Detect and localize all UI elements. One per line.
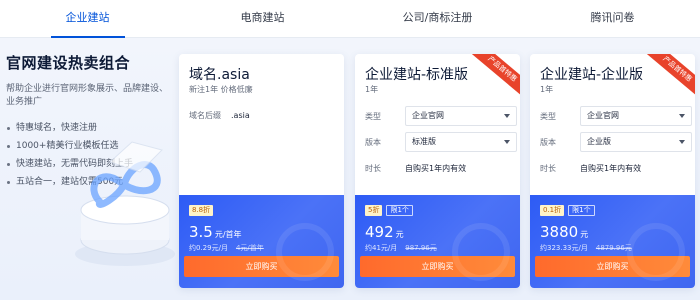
duration-value: 自购买1年内有效 [580,164,642,173]
tab-ecommerce-site[interactable]: 电商建站 [175,0,350,37]
card-meta: 新注1年 价格低廉 [189,85,253,94]
discount-badge: 8.8折 [189,205,214,216]
feature-item: 五站合一，建站仅需500元 [6,173,174,191]
type-row: 类型 企业官网 [365,106,517,126]
price-unit: 元 [580,230,589,239]
monthly-price: 约0.29元/月 4元/首年 [189,243,264,253]
monthly-price-text: 约323.33元/月 [540,244,588,252]
card-meta: 1年 [365,85,379,94]
original-price: 4879.96元 [595,244,632,252]
original-price: 987.96元 [405,244,437,252]
price: 492 元 [365,223,404,241]
price-unit: 元 [395,230,404,239]
chevron-down-icon [504,140,510,144]
card-meta: 1年 [540,85,554,94]
tab-company-registration[interactable]: 公司/商标注册 [350,0,525,37]
product-card-standard: 产品首特惠 企业建站-标准版 1年 类型 企业官网 版本 标准版 时长 自购买1… [355,54,520,288]
discount-badge: 0.1折 [540,205,565,216]
suffix-value: .asia [231,111,250,120]
card-title: 企业建站-标准版 [365,67,469,83]
duration-label: 时长 [540,164,556,173]
edition-row: 版本 标准版 [365,132,517,152]
price-box: 5折 限1个 492 元 约41元/月 987.96元 立即购买 [355,195,520,288]
edition-row: 版本 企业版 [540,132,692,152]
edition-select[interactable]: 企业版 [580,132,692,152]
type-row: 类型 企业官网 [540,106,692,126]
type-select[interactable]: 企业官网 [405,106,517,126]
price-value: 492 [365,223,394,241]
intro-subtitle: 帮助企业进行官网形象展示、品牌建设、业务推广 [6,84,169,107]
promo-ribbon: 产品首特惠 [466,54,520,101]
type-label: 类型 [365,112,381,121]
tab-bar: 企业建站 电商建站 公司/商标注册 腾讯问卷 [0,0,700,38]
intro-title: 官网建设热卖组合 [6,54,131,72]
intro-panel: 官网建设热卖组合 帮助企业进行官网形象展示、品牌建设、业务推广 特惠域名，快速注… [6,52,174,191]
duration-row: 时长 自购买1年内有效 [365,158,515,178]
price-value: 3880 [540,223,579,241]
edition-label: 版本 [540,138,556,147]
monthly-price: 约323.33元/月 4879.96元 [540,243,632,253]
edition-value: 企业版 [587,137,611,146]
promo-ribbon: 产品首特惠 [641,54,695,101]
price: 3880 元 [540,223,588,241]
type-select[interactable]: 企业官网 [580,106,692,126]
monthly-price: 约41元/月 987.96元 [365,243,437,253]
buy-now-button[interactable]: 立即购买 [535,256,690,277]
card-title: 企业建站-企业版 [540,67,644,83]
limit-badge: 限1个 [386,205,413,216]
type-value: 企业官网 [587,111,619,120]
duration-label: 时长 [365,164,381,173]
edition-value: 标准版 [412,137,436,146]
price-value: 3.5 [189,223,213,241]
type-value: 企业官网 [412,111,444,120]
product-card-enterprise: 产品首特惠 企业建站-企业版 1年 类型 企业官网 版本 企业版 时长 自购买1… [530,54,695,288]
price-unit: 元/首年 [214,230,242,239]
feature-item: 特惠域名，快速注册 [6,119,174,137]
tab-tencent-survey[interactable]: 腾讯问卷 [525,0,700,37]
tab-enterprise-site[interactable]: 企业建站 [0,0,175,38]
monthly-price-text: 约41元/月 [365,244,398,252]
suffix-label: 域名后缀 [189,111,221,120]
edition-select[interactable]: 标准版 [405,132,517,152]
feature-item: 1000+精美行业模板任选 [6,137,174,155]
product-card-domain: 域名.asia 新注1年 价格低廉 域名后缀 .asia 8.8折 3.5 元/首年… [179,54,344,288]
buy-now-button[interactable]: 立即购买 [184,256,339,277]
price-box: 8.8折 3.5 元/首年 约0.29元/月 4元/首年 立即购买 [179,195,344,288]
original-price: 4元/首年 [235,244,264,252]
limit-badge: 限1个 [568,205,595,216]
feature-item: 快速建站，无需代码即刻上手 [6,155,174,173]
price: 3.5 元/首年 [189,223,242,241]
type-label: 类型 [540,112,556,121]
chevron-down-icon [504,114,510,118]
chevron-down-icon [679,114,685,118]
buy-now-button[interactable]: 立即购买 [360,256,515,277]
discount-badge: 5折 [365,205,383,216]
domain-suffix-row: 域名后缀 .asia [189,110,250,121]
card-title: 域名.asia [189,67,250,83]
duration-value: 自购买1年内有效 [405,164,467,173]
duration-row: 时长 自购买1年内有效 [540,158,690,178]
edition-label: 版本 [365,138,381,147]
price-box: 0.1折 限1个 3880 元 约323.33元/月 4879.96元 立即购买 [530,195,695,288]
feature-list: 特惠域名，快速注册 1000+精美行业模板任选 快速建站，无需代码即刻上手 五站… [6,119,174,191]
chevron-down-icon [679,140,685,144]
monthly-price-text: 约0.29元/月 [189,244,228,252]
